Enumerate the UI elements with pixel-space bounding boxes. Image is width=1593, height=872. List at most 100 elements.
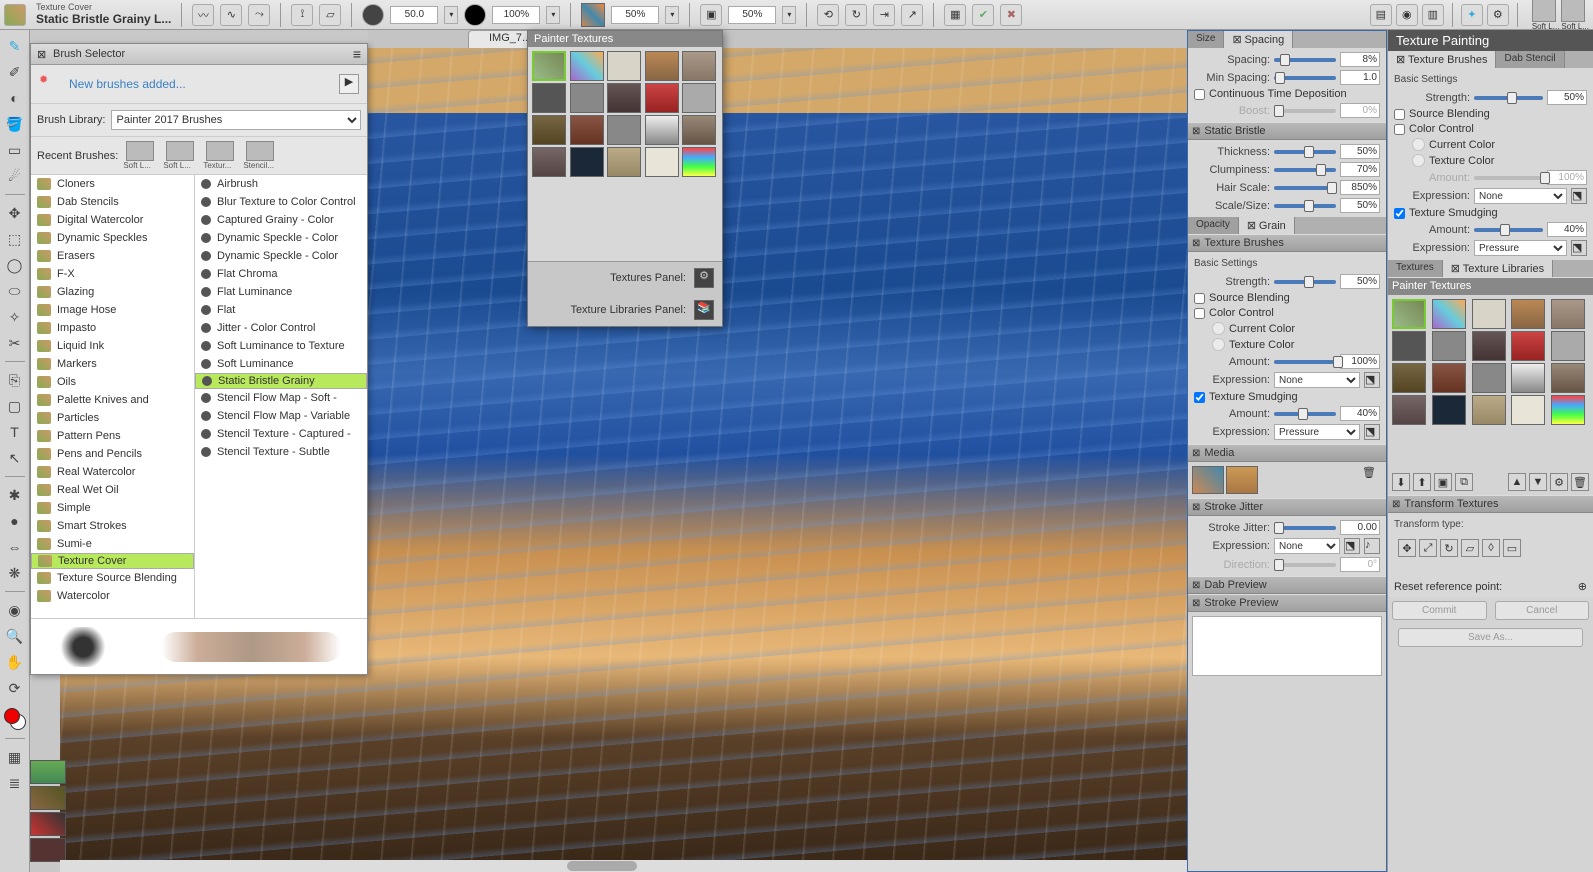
grain-dropdown[interactable]: ▾ bbox=[665, 6, 679, 24]
gear-icon[interactable]: ⚙ bbox=[1550, 473, 1568, 491]
category-item[interactable]: Palette Knives and bbox=[31, 391, 194, 409]
strength-slider[interactable] bbox=[1274, 280, 1336, 284]
texture-swatch[interactable] bbox=[645, 147, 679, 177]
media-thumb[interactable] bbox=[30, 812, 66, 836]
recent-brush-thumb[interactable]: Textur... bbox=[202, 141, 238, 170]
minspacing-value[interactable]: 1.0 bbox=[1340, 70, 1380, 85]
variant-item[interactable]: Dynamic Speckle - Color bbox=[195, 229, 367, 247]
smudge-tool-icon[interactable]: ☄ bbox=[5, 166, 25, 186]
resat-icon[interactable]: ▣ bbox=[700, 4, 722, 26]
merge-icon[interactable]: ⧉ bbox=[1455, 473, 1473, 491]
texture-swatch[interactable] bbox=[682, 147, 716, 177]
texture-swatch[interactable] bbox=[1511, 299, 1545, 329]
shape-tool-icon[interactable]: ▢ bbox=[5, 396, 25, 416]
variant-item[interactable]: Jitter - Color Control bbox=[195, 319, 367, 337]
invert-icon[interactable]: ⬔ bbox=[1344, 538, 1360, 554]
variant-item[interactable]: Blur Texture to Color Control bbox=[195, 193, 367, 211]
panel2-icon[interactable]: ◉ bbox=[1396, 4, 1418, 26]
texture-swatch[interactable] bbox=[532, 147, 566, 177]
play-button[interactable]: ▶ bbox=[339, 74, 359, 94]
horizontal-scrollbar[interactable] bbox=[60, 860, 1187, 872]
category-item[interactable]: Sumi-e bbox=[31, 535, 194, 553]
paper-icon[interactable]: ▦ bbox=[5, 747, 25, 767]
category-item[interactable]: Dab Stencils bbox=[31, 193, 194, 211]
dropper-tool-icon[interactable]: ◐ bbox=[5, 88, 25, 108]
ctd-checkbox[interactable] bbox=[1194, 89, 1205, 100]
hairscale-slider[interactable] bbox=[1274, 186, 1336, 190]
size-dropdown[interactable]: ▾ bbox=[444, 6, 458, 24]
source-blending-checkbox[interactable] bbox=[1394, 109, 1405, 120]
zoom-tool-icon[interactable]: 🔍 bbox=[5, 626, 25, 646]
texture-swatch[interactable] bbox=[1432, 299, 1466, 329]
category-item[interactable]: Dynamic Speckles bbox=[31, 229, 194, 247]
panel-menu-icon[interactable]: ≡ bbox=[353, 46, 361, 62]
commit-icon[interactable]: ✔ bbox=[972, 4, 994, 26]
distort-transform-icon[interactable]: ◊ bbox=[1482, 539, 1500, 557]
category-item[interactable]: Pens and Pencils bbox=[31, 445, 194, 463]
recent-brush-thumb[interactable]: Soft L... bbox=[122, 141, 158, 170]
textures-panel-button[interactable]: ⚙ bbox=[694, 268, 714, 288]
cancel-icon[interactable]: ✖ bbox=[1000, 4, 1022, 26]
category-item[interactable]: F-X bbox=[31, 265, 194, 283]
texture-swatch[interactable] bbox=[532, 83, 566, 113]
texture-swatch[interactable] bbox=[1432, 363, 1466, 393]
category-list[interactable]: ClonersDab StencilsDigital WatercolorDyn… bbox=[31, 175, 195, 618]
category-item[interactable]: Impasto bbox=[31, 319, 194, 337]
texture-swatch[interactable] bbox=[682, 83, 716, 113]
close-icon[interactable]: ⊠ bbox=[1392, 499, 1400, 510]
dodge-tool-icon[interactable]: ✱ bbox=[5, 485, 25, 505]
texture-swatch[interactable] bbox=[1432, 331, 1466, 361]
texture-swatch[interactable] bbox=[682, 115, 716, 145]
texture-swatch[interactable] bbox=[1511, 363, 1545, 393]
rotate-transform-icon[interactable]: ↻ bbox=[1440, 539, 1458, 557]
texture-swatch[interactable] bbox=[570, 147, 604, 177]
expression-select[interactable]: None bbox=[1474, 188, 1567, 204]
perspective-icon[interactable]: ▱ bbox=[319, 4, 341, 26]
texture-libraries-tab[interactable]: ⊠ Texture Libraries bbox=[1443, 260, 1553, 277]
texture-swatch[interactable] bbox=[1472, 299, 1506, 329]
texture-swatch[interactable] bbox=[682, 51, 716, 81]
sm-amount-slider[interactable] bbox=[1274, 412, 1336, 416]
category-item[interactable]: Real Wet Oil bbox=[31, 481, 194, 499]
expression-select[interactable]: None bbox=[1274, 372, 1360, 388]
invert-icon[interactable]: ⬔ bbox=[1571, 188, 1587, 204]
invert-icon[interactable]: ⬔ bbox=[1364, 372, 1380, 388]
new-brushes-link[interactable]: New brushes added... bbox=[69, 77, 186, 91]
category-item[interactable]: Erasers bbox=[31, 247, 194, 265]
category-item[interactable]: Glazing bbox=[31, 283, 194, 301]
jitter-slider[interactable] bbox=[1274, 526, 1336, 530]
rotate-icon[interactable]: ⟲ bbox=[817, 4, 839, 26]
media-thumb[interactable] bbox=[30, 838, 66, 862]
media-swatch[interactable] bbox=[1192, 466, 1224, 494]
transform-tool-icon[interactable]: ⬚ bbox=[5, 229, 25, 249]
recent-brush-1[interactable] bbox=[1532, 0, 1556, 22]
category-item[interactable]: Texture Cover bbox=[31, 553, 194, 569]
move-tool-icon[interactable]: ✥ bbox=[5, 203, 25, 223]
category-item[interactable]: Oils bbox=[31, 373, 194, 391]
texture-swatch[interactable] bbox=[1551, 331, 1585, 361]
opacity-value[interactable]: 100% bbox=[492, 6, 540, 24]
sm-expression-select[interactable]: Pressure bbox=[1474, 240, 1567, 256]
size-value[interactable]: 50.0 bbox=[390, 6, 438, 24]
amount-slider[interactable] bbox=[1274, 360, 1336, 364]
cancel-button[interactable]: Cancel bbox=[1495, 601, 1590, 620]
spacing-slider[interactable] bbox=[1274, 58, 1336, 62]
line-icon[interactable]: ∿ bbox=[220, 4, 242, 26]
eraser-tool-icon[interactable]: ▭ bbox=[5, 140, 25, 160]
texture-swatch[interactable] bbox=[1392, 331, 1426, 361]
texture-swatch[interactable] bbox=[570, 115, 604, 145]
size-preview-icon[interactable] bbox=[362, 4, 384, 26]
variant-item[interactable]: Airbrush bbox=[195, 175, 367, 193]
export-icon[interactable]: ↗ bbox=[901, 4, 923, 26]
spacing-tab[interactable]: ⊠ Spacing bbox=[1224, 31, 1293, 48]
texture-swatch[interactable] bbox=[1472, 395, 1506, 425]
clumpiness-slider[interactable] bbox=[1274, 168, 1336, 172]
thickness-slider[interactable] bbox=[1274, 150, 1336, 154]
category-item[interactable]: Digital Watercolor bbox=[31, 211, 194, 229]
variant-item[interactable]: Soft Luminance bbox=[195, 355, 367, 373]
texture-swatch[interactable] bbox=[607, 147, 641, 177]
close-icon[interactable]: ⊠ bbox=[37, 48, 49, 60]
import-icon[interactable]: ⬇ bbox=[1392, 473, 1410, 491]
texture-swatch[interactable] bbox=[1472, 331, 1506, 361]
close-icon[interactable]: ⊠ bbox=[1192, 598, 1200, 609]
